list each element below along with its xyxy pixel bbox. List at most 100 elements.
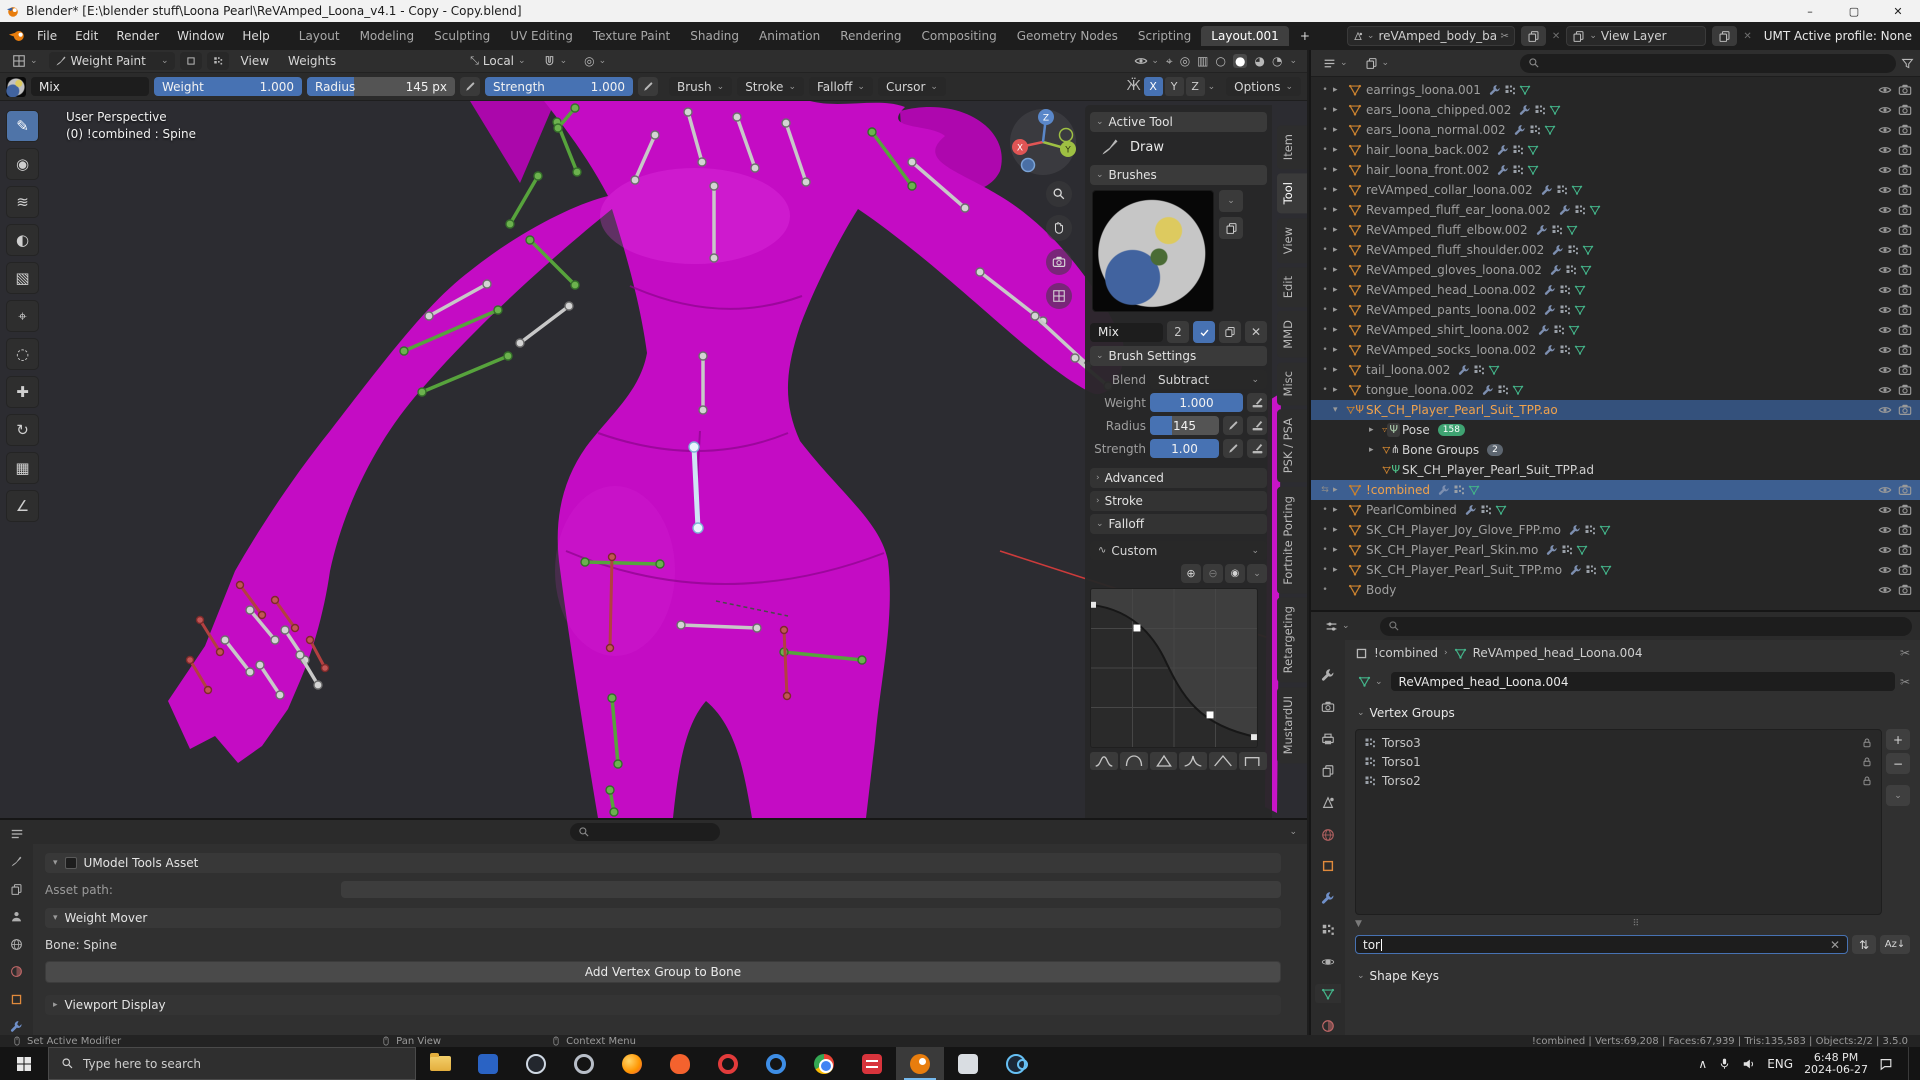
expander-icon[interactable]: ▸: [1369, 445, 1382, 455]
group-specials-dropdown[interactable]: ⌄: [1886, 785, 1910, 806]
view-layer-delete-icon[interactable]: ✕: [1743, 31, 1751, 42]
render-camera-icon[interactable]: [1898, 403, 1912, 417]
camera-view-icon[interactable]: [1046, 249, 1072, 275]
tray-expand-icon[interactable]: ∧: [1698, 1057, 1707, 1071]
expander-icon[interactable]: ▸: [1333, 525, 1346, 535]
properties-search-input[interactable]: [1380, 617, 1912, 636]
add-vertex-group-to-bone-button[interactable]: Add Vertex Group to Bone: [45, 961, 1281, 983]
falloff-type-dropdown[interactable]: ∿Custom⌄: [1090, 541, 1267, 560]
lock-icon[interactable]: [1861, 756, 1873, 768]
outliner-row[interactable]: • ▸ Ψ Ψ ⋔ Ψ hair_loona_back.002: [1311, 140, 1920, 160]
shading-wireframe-button[interactable]: ○: [1216, 54, 1226, 68]
outliner-row[interactable]: ▸ Ψ Ψ ⋔ Ψ Bone Groups 2: [1311, 440, 1920, 460]
tab-physics[interactable]: [1315, 952, 1341, 971]
hide-eye-icon[interactable]: [1878, 403, 1892, 417]
voicemod-icon[interactable]: [848, 1047, 896, 1080]
ortho-toggle-icon[interactable]: [1046, 283, 1072, 309]
hide-eye-icon[interactable]: [1878, 563, 1892, 577]
firefox-icon[interactable]: [608, 1047, 656, 1080]
sidebar-tab[interactable]: Edit: [1277, 267, 1307, 307]
scene-copy-button[interactable]: [1521, 26, 1546, 46]
tool-dropdown[interactable]: Cursor⌄: [878, 77, 946, 96]
gizmos-toggle[interactable]: ⌖: [1166, 54, 1173, 69]
bottom-editor-type-button[interactable]: [4, 826, 30, 843]
render-camera-icon[interactable]: [1898, 583, 1912, 597]
hide-eye-icon[interactable]: [1878, 203, 1892, 217]
expander-icon[interactable]: ▸: [1333, 205, 1346, 215]
filter-invert-button[interactable]: ⇅: [1852, 935, 1876, 954]
clear-filter-icon[interactable]: ✕: [1830, 938, 1840, 952]
properties-editor-type-button[interactable]: ⌄: [1319, 617, 1356, 635]
expander-icon[interactable]: ▸: [1333, 285, 1346, 295]
preset-sphere-icon[interactable]: [1120, 752, 1148, 770]
strength-slider[interactable]: 1.00: [1150, 439, 1219, 458]
rotate-tool[interactable]: ↻: [6, 414, 39, 446]
visibility-dropdown[interactable]: ⌄: [1134, 54, 1159, 68]
vertex-groups-panel-header[interactable]: ⌄Vertex Groups: [1355, 703, 1910, 723]
shading-dropdown-icon[interactable]: ⌄: [1289, 56, 1297, 66]
tab-person[interactable]: [4, 909, 30, 926]
expander-icon[interactable]: ▸: [1369, 425, 1382, 435]
weights-menu[interactable]: Weights: [281, 52, 343, 70]
active-tool-panel-header[interactable]: ⌄Active Tool: [1090, 112, 1267, 132]
average-tool[interactable]: ◐: [6, 224, 39, 256]
brush-preview[interactable]: [1092, 190, 1214, 312]
sidebar-tab[interactable]: PSK / PSA: [1277, 409, 1307, 482]
outliner-row[interactable]: • ▸ Ψ Ψ ⋔ Ψ ReVAmped_fluff_elbow.002: [1311, 220, 1920, 240]
render-camera-icon[interactable]: [1898, 563, 1912, 577]
curve-tools-button[interactable]: ◉: [1225, 564, 1245, 583]
tab-render[interactable]: [1315, 698, 1341, 717]
umodel-checkbox[interactable]: [65, 857, 77, 869]
expander-icon[interactable]: ▸: [1333, 305, 1346, 315]
close-button[interactable]: ✕: [1876, 0, 1920, 22]
expander-icon[interactable]: ▸: [1333, 565, 1346, 575]
lock-icon[interactable]: [1861, 775, 1873, 787]
radius-slider[interactable]: 145: [1150, 416, 1219, 435]
brush-name-field[interactable]: Mix: [31, 77, 149, 96]
menu-item[interactable]: File: [28, 26, 66, 46]
outliner-row[interactable]: • ▸ Ψ Ψ ⋔ Ψ ReVAmped_fluff_shoulder.002: [1311, 240, 1920, 260]
strength-pressure-button[interactable]: [638, 77, 658, 96]
symmetry-axis-toggle[interactable]: Y: [1165, 77, 1184, 96]
workspace-tab[interactable]: Modeling: [350, 26, 425, 46]
expander-icon[interactable]: ▸: [1333, 485, 1346, 495]
outliner-row[interactable]: • ▸ Ψ Ψ ⋔ Ψ ReVAmped_gloves_loona.002: [1311, 260, 1920, 280]
file-explorer-icon[interactable]: [416, 1047, 464, 1080]
notifications-icon[interactable]: [1879, 1057, 1893, 1071]
tab-material[interactable]: [4, 964, 30, 981]
blur-tool[interactable]: ◉: [6, 148, 39, 180]
symmetry-axis-toggle[interactable]: X: [1144, 77, 1163, 96]
clock[interactable]: 6:48 PM 2024-06-27: [1804, 1052, 1868, 1076]
weight-slider[interactable]: 1.000: [1150, 393, 1243, 412]
tab-world[interactable]: [1315, 825, 1341, 844]
menu-item[interactable]: Edit: [66, 26, 107, 46]
radius-slider[interactable]: Radius145 px: [307, 77, 455, 96]
shading-solid-button[interactable]: ●: [1233, 54, 1247, 68]
render-camera-icon[interactable]: [1898, 343, 1912, 357]
curve-zoom-out-button[interactable]: ⊖: [1203, 564, 1223, 583]
strength-stylus-button[interactable]: [1247, 439, 1267, 458]
falloff-curve-widget[interactable]: [1090, 588, 1258, 748]
hide-eye-icon[interactable]: [1878, 223, 1892, 237]
outliner-row[interactable]: • ▸ Ψ Ψ ⋔ Ψ Revamped_fluff_ear_loona.002: [1311, 200, 1920, 220]
brush-image-button[interactable]: [1219, 217, 1243, 239]
opera-icon[interactable]: [704, 1047, 752, 1080]
brave-icon[interactable]: [656, 1047, 704, 1080]
render-camera-icon[interactable]: [1898, 243, 1912, 257]
tab-view-layer[interactable]: [1315, 761, 1341, 780]
taskbar-search[interactable]: Type here to search: [48, 1047, 416, 1080]
sidebar-tab[interactable]: Fortnite Porting: [1277, 487, 1307, 594]
outliner-row[interactable]: • ▸ Ψ Ψ ⋔ Ψ hair_loona_front.002: [1311, 160, 1920, 180]
sidebar-tab[interactable]: Item: [1277, 125, 1307, 169]
radius-pressure-button[interactable]: [460, 77, 480, 96]
blender-icon[interactable]: [896, 1047, 944, 1080]
sample-weight-tool[interactable]: ⌖: [6, 300, 39, 332]
tab-image[interactable]: [4, 881, 30, 898]
minimize-button[interactable]: –: [1788, 0, 1832, 22]
expander-icon[interactable]: ▸: [1333, 325, 1346, 335]
outliner-row[interactable]: • ▸ Ψ Ψ ⋔ Ψ ears_loona_chipped.002: [1311, 100, 1920, 120]
overlays-toggle[interactable]: ◎: [1180, 54, 1190, 68]
tool-dropdown[interactable]: Stroke⌄: [737, 77, 804, 96]
outliner-row[interactable]: • ▸ Ψ Ψ ⋔ Ψ SK_CH_Player_Joy_Glove_FPP.m…: [1311, 520, 1920, 540]
view-menu[interactable]: View: [234, 52, 276, 70]
